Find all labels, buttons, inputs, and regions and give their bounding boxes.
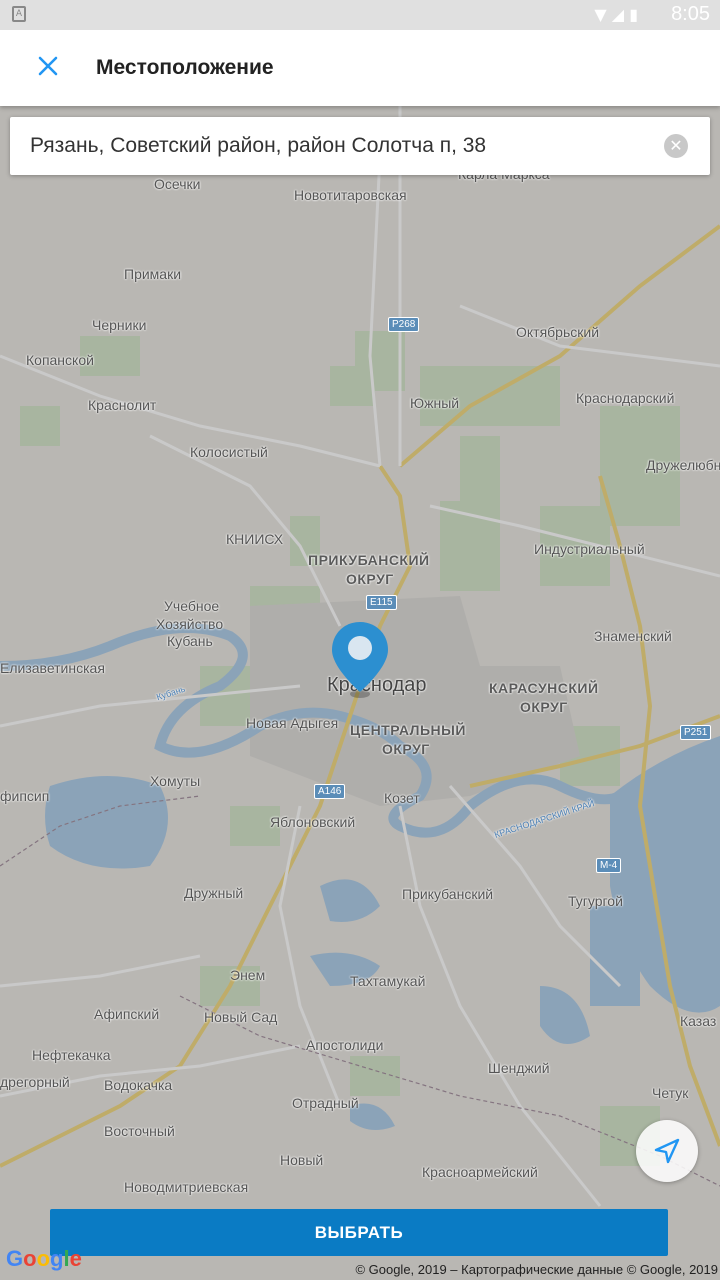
place-label: Козет [384, 790, 420, 806]
place-label: Хозяйство [156, 616, 224, 632]
place-label: Примаки [124, 266, 182, 282]
place-label: Елизаветинская [0, 660, 105, 676]
place-label: Апостолиди [306, 1037, 384, 1053]
battery-icon: ▮ [629, 5, 638, 24]
place-label: Индустриальный [534, 541, 645, 557]
place-label: Краснолит [88, 397, 157, 413]
place-label: Восточный [104, 1123, 175, 1139]
place-label: Тугургой [568, 893, 623, 909]
place-label: Осечки [154, 176, 201, 192]
road-shield: Р251 [680, 725, 712, 740]
place-label: Новая Адыгея [246, 715, 339, 731]
place-label: дрегорный [0, 1074, 70, 1090]
place-label: Тахтамукай [350, 973, 426, 989]
place-label: Нефтекачка [32, 1047, 111, 1063]
place-label: Шенджий [488, 1060, 550, 1076]
google-logo: Google [6, 1246, 82, 1271]
status-time: 8:05 [671, 3, 710, 25]
district-label: ОКРУГ [346, 571, 394, 587]
place-label: Яблоновский [270, 814, 356, 830]
place-label: Отрадный [292, 1095, 359, 1111]
place-label: Казаз [680, 1013, 717, 1029]
place-label: Водокачка [104, 1077, 173, 1093]
navigation-arrow-icon [654, 1138, 680, 1164]
wifi-icon: ▼ [594, 5, 607, 24]
place-label: Дружный [184, 885, 244, 901]
place-label: Учебное [164, 598, 220, 614]
status-bar: A ▼ ◢ ▮ 8:05 [0, 0, 720, 30]
place-label: Колосистый [190, 444, 268, 460]
place-label: Энем [230, 967, 266, 983]
map-copyright: © Google, 2019 – Картографические данные… [355, 1262, 718, 1277]
road-shield: М-4 [596, 858, 622, 873]
signal-icon: ◢ [611, 5, 625, 24]
close-icon[interactable] [30, 48, 66, 84]
place-label: фипсип [0, 788, 50, 804]
search-value[interactable]: Рязань, Советский район, район Солотча п… [30, 134, 486, 158]
place-label: Новодмитриевская [124, 1179, 249, 1195]
place-label: Копанской [26, 352, 94, 368]
place-label: Краснодарский [576, 390, 675, 406]
road-shield: Р268 [388, 317, 420, 332]
clear-icon[interactable]: ✕ [664, 134, 688, 158]
place-label: Красноармейский [422, 1164, 538, 1180]
place-label: Черники [92, 317, 147, 333]
place-label: Четук [652, 1085, 689, 1101]
page-title: Местоположение [96, 56, 274, 79]
district-label: ЦЕНТРАЛЬНЫЙ [350, 722, 466, 738]
district-label: ОКРУГ [382, 741, 430, 757]
place-label: КНИИСХ [226, 531, 284, 547]
place-label: Дружелюбн [646, 457, 720, 473]
place-label: Октябрьский [516, 324, 600, 340]
place-label: Кубань [167, 633, 213, 649]
place-label: Новый [280, 1152, 324, 1168]
notification-icon: A [12, 6, 26, 22]
district-label: КАРАСУНСКИЙ [489, 680, 599, 696]
place-label: Южный [410, 395, 460, 411]
place-label: Знаменский [594, 628, 672, 644]
place-label: Хомуты [150, 773, 201, 789]
road-shield: А146 [314, 784, 346, 799]
district-label: ОКРУГ [520, 699, 568, 715]
map-pin-icon[interactable] [330, 620, 390, 700]
place-label: Прикубанский [402, 886, 494, 902]
status-icons: ▼ ◢ ▮ [594, 5, 638, 24]
app-bar: Местоположение [0, 30, 720, 106]
search-field[interactable]: Рязань, Советский район, район Солотча п… [10, 117, 710, 175]
select-button[interactable]: ВЫБРАТЬ [50, 1209, 668, 1256]
place-label: Афипский [94, 1006, 160, 1022]
place-label: Новый Сад [204, 1009, 278, 1025]
place-label: Новотитаровская [294, 187, 407, 203]
my-location-button[interactable] [636, 1120, 698, 1182]
road-shield: Е115 [366, 595, 397, 610]
district-label: ПРИКУБАНСКИЙ [308, 552, 430, 568]
